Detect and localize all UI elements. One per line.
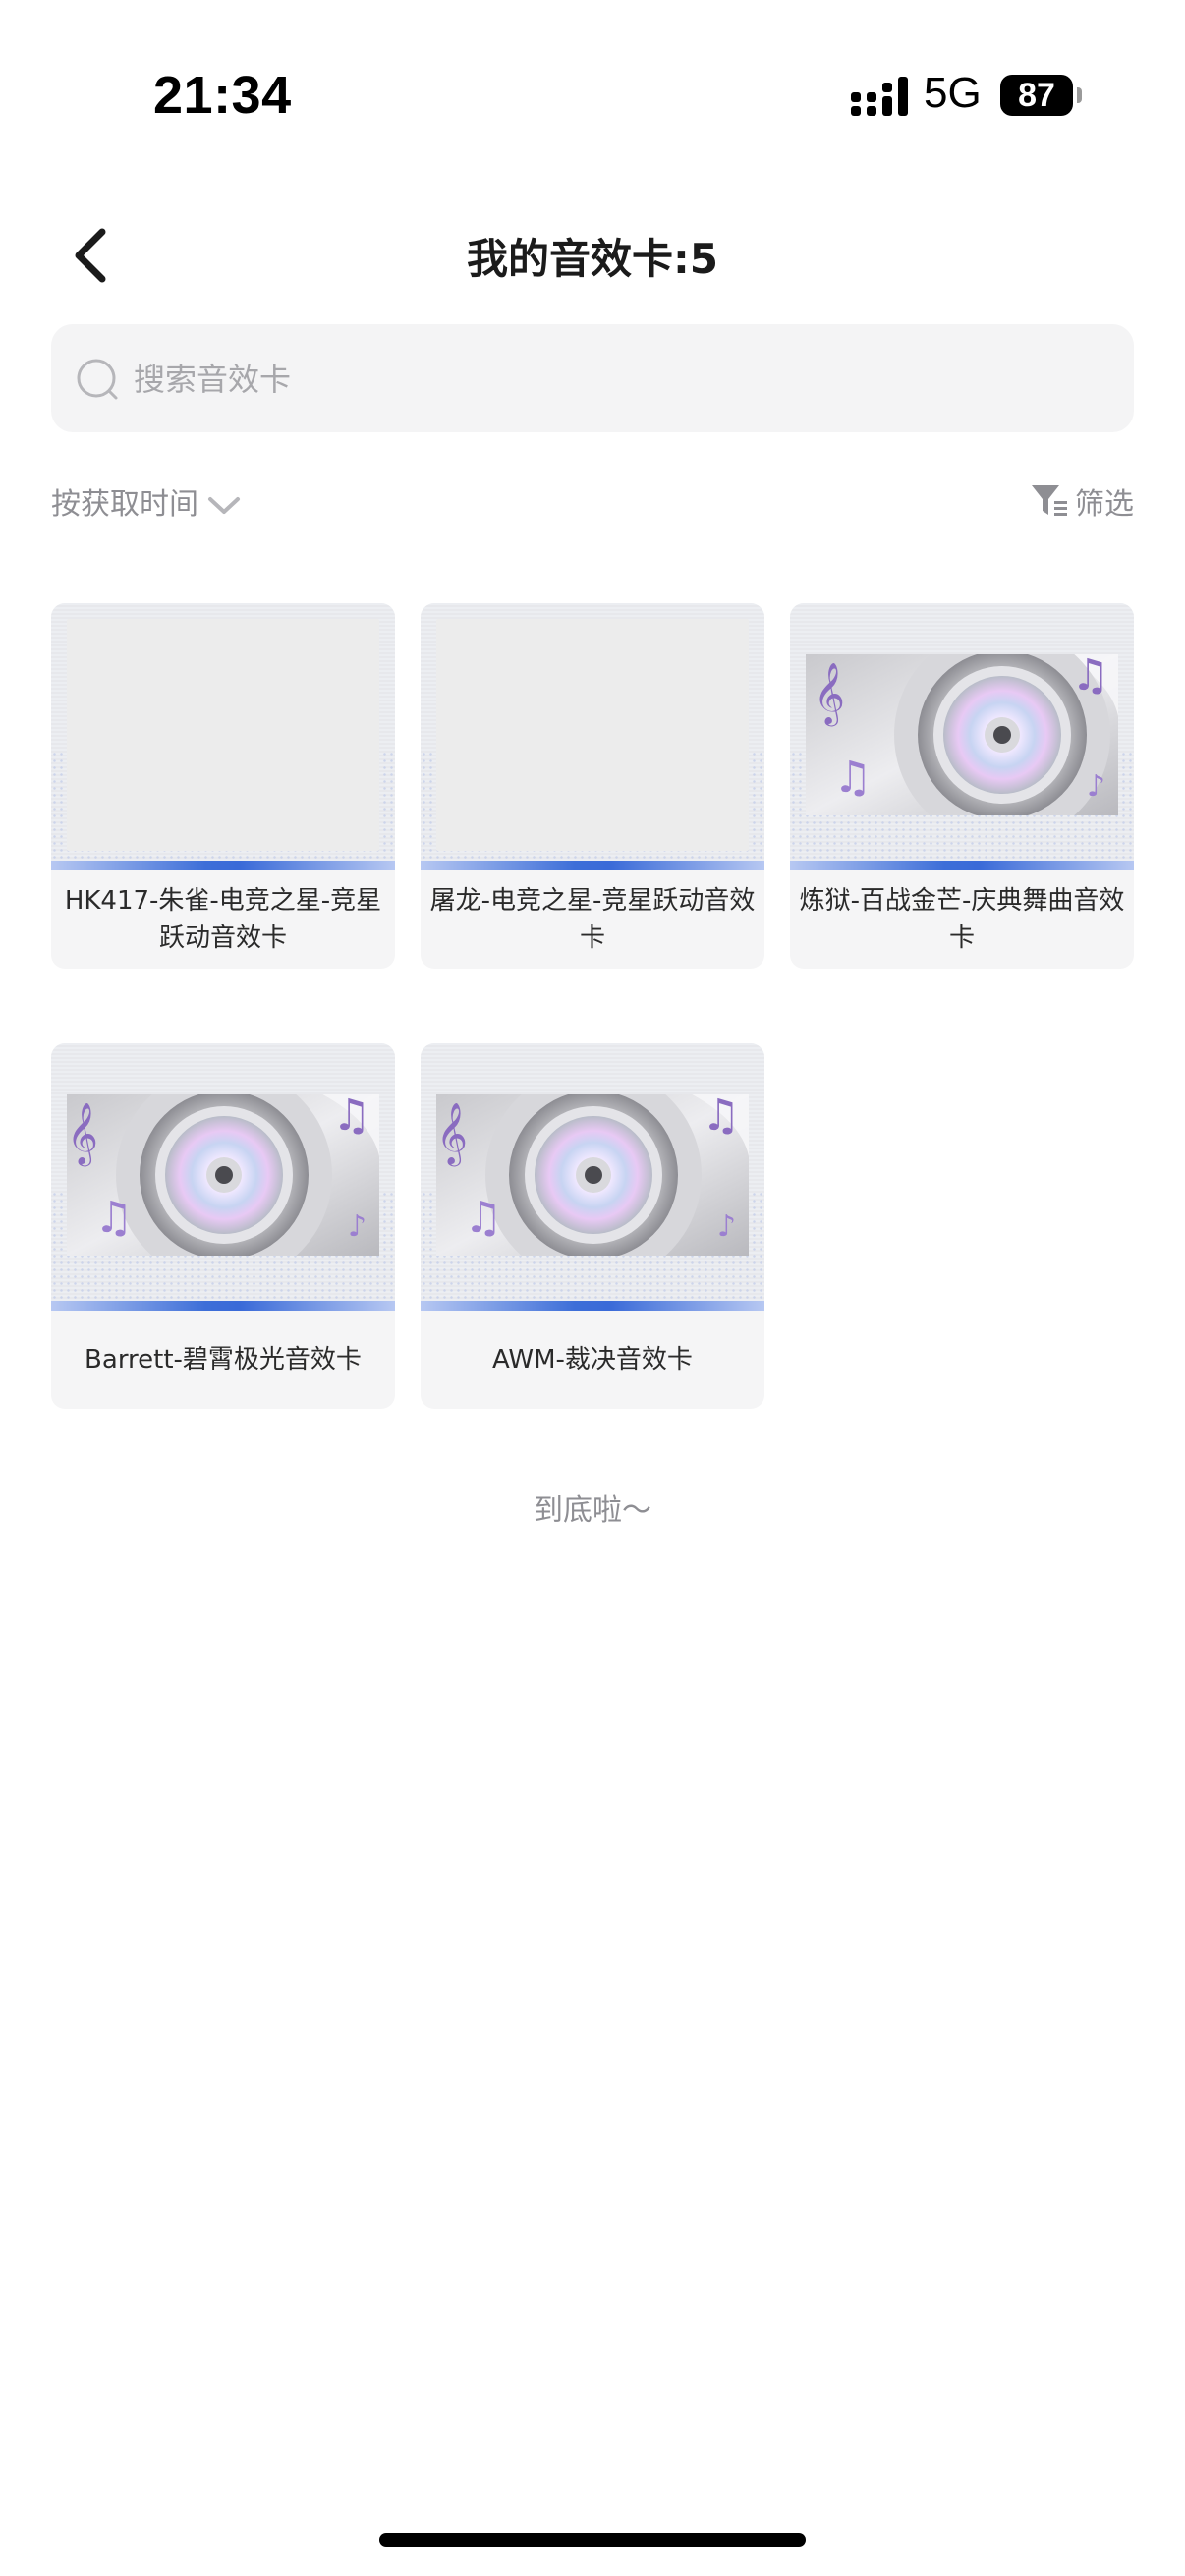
search-box[interactable] bbox=[51, 324, 1134, 434]
filter-label: 筛选 bbox=[1075, 487, 1134, 522]
card-label: 炼狱-百战金芒-庆典舞曲音效卡 bbox=[799, 886, 1125, 953]
svg-text:♫: ♫ bbox=[464, 1193, 502, 1243]
cd-music-icon: 𝄞 ♫ ♫ ♪ bbox=[67, 1094, 379, 1256]
svg-text:♫: ♫ bbox=[332, 1094, 370, 1141]
search-icon bbox=[77, 359, 118, 400]
card-accent-bar bbox=[51, 1301, 395, 1311]
network-label: 5G bbox=[924, 69, 982, 117]
page-title: 我的音效卡:5 bbox=[466, 235, 719, 283]
svg-text:♪: ♪ bbox=[1087, 769, 1105, 804]
cd-music-icon: 𝄞 ♫ ♫ ♪ bbox=[806, 654, 1118, 815]
end-of-list-text: 到底啦～ bbox=[534, 1493, 651, 1528]
card-accent-bar bbox=[421, 861, 764, 870]
card-thumbnail: 𝄞 ♫ ♫ ♪ bbox=[421, 1043, 764, 1311]
sound-card-2[interactable]: 屠龙-电竞之星-竞星跃动音效卡 bbox=[421, 603, 764, 969]
battery-level: 87 bbox=[1000, 75, 1073, 116]
search-input[interactable] bbox=[132, 324, 1118, 434]
card-placeholder-image bbox=[67, 619, 379, 851]
sound-card-1[interactable]: HK417-朱雀-电竞之星-竞星跃动音效卡 bbox=[51, 603, 395, 969]
card-label: Barrett-碧霄极光音效卡 bbox=[85, 1345, 362, 1374]
sound-card-3[interactable]: 𝄞 ♫ ♫ ♪ 炼狱-百战金芒-庆典舞曲音效卡 bbox=[790, 603, 1134, 969]
svg-text:♫: ♫ bbox=[833, 753, 872, 803]
filter-button[interactable]: 筛选 bbox=[1030, 479, 1134, 523]
card-label: 屠龙-电竞之星-竞星跃动音效卡 bbox=[429, 886, 756, 953]
sort-filter-row: 按获取时间 筛选 bbox=[51, 479, 1134, 529]
card-accent-bar bbox=[790, 861, 1134, 870]
svg-text:𝄞: 𝄞 bbox=[814, 662, 845, 727]
status-bar: 21:34 5G 87 bbox=[0, 0, 1185, 147]
svg-text:♫: ♫ bbox=[702, 1094, 740, 1141]
card-thumbnail: 𝄞 ♫ ♫ ♪ bbox=[51, 1043, 395, 1311]
battery-icon: 87 bbox=[1000, 75, 1082, 116]
filter-icon bbox=[1032, 485, 1067, 516]
card-label: HK417-朱雀-电竞之星-竞星跃动音效卡 bbox=[64, 886, 382, 953]
svg-text:♪: ♪ bbox=[717, 1209, 736, 1244]
sound-card-4[interactable]: 𝄞 ♫ ♫ ♪ Barrett-碧霄极光音效卡 bbox=[51, 1043, 395, 1409]
signal-icon bbox=[851, 77, 908, 116]
sort-dropdown[interactable]: 按获取时间 bbox=[51, 479, 242, 523]
card-placeholder-image bbox=[436, 619, 749, 851]
cd-music-icon: 𝄞 ♫ ♫ ♪ bbox=[436, 1094, 749, 1256]
nav-header: 我的音效卡:5 bbox=[0, 196, 1185, 314]
card-label: AWM-裁决音效卡 bbox=[492, 1345, 693, 1374]
card-thumbnail: 𝄞 ♫ ♫ ♪ bbox=[790, 603, 1134, 870]
status-time: 21:34 bbox=[153, 66, 292, 125]
svg-text:𝄞: 𝄞 bbox=[67, 1102, 98, 1167]
chevron-down-icon bbox=[208, 497, 240, 514]
svg-text:♪: ♪ bbox=[348, 1209, 367, 1244]
svg-text:𝄞: 𝄞 bbox=[436, 1102, 468, 1167]
card-accent-bar bbox=[51, 861, 395, 870]
battery-tip bbox=[1077, 87, 1082, 103]
card-accent-bar bbox=[421, 1301, 764, 1311]
card-thumbnail bbox=[51, 603, 395, 870]
svg-text:♫: ♫ bbox=[1071, 654, 1109, 700]
sound-card-5[interactable]: 𝄞 ♫ ♫ ♪ AWM-裁决音效卡 bbox=[421, 1043, 764, 1409]
svg-text:♫: ♫ bbox=[94, 1193, 133, 1243]
sort-label: 按获取时间 bbox=[51, 487, 198, 522]
home-indicator[interactable] bbox=[379, 2533, 806, 2547]
card-thumbnail bbox=[421, 603, 764, 870]
